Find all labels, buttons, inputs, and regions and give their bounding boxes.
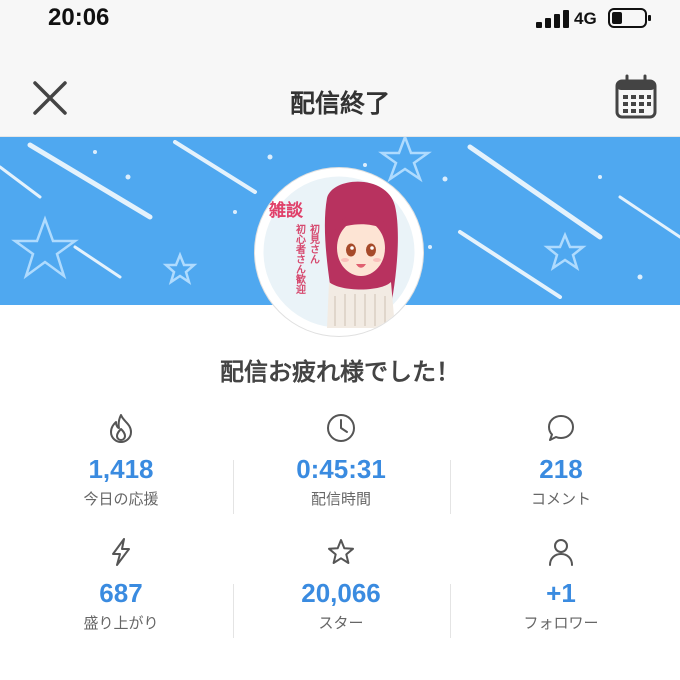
clock-icon [327, 414, 355, 442]
divider [233, 584, 234, 638]
stat-value: 0:45:31 [296, 454, 386, 484]
star-icon [328, 539, 354, 564]
stat-label: スター [318, 614, 364, 632]
avatar-tag: 雑談 [268, 200, 304, 221]
calendar-icon[interactable] [614, 74, 658, 120]
divider [233, 460, 234, 514]
stat-cheers: 1,418 今日の応援 [8, 412, 234, 509]
signal-icon [536, 10, 569, 28]
header: 配信終了 [0, 40, 680, 137]
stat-excitement: 687 盛り上がり [8, 536, 234, 633]
stat-stars: 20,066 スター [228, 536, 454, 633]
completion-message: 配信お疲れ様でした！ [220, 358, 460, 386]
stat-label: フォロワー [523, 614, 599, 632]
stat-value: 218 [539, 454, 583, 484]
stat-value: 687 [99, 578, 143, 608]
stat-label: 配信時間 [310, 490, 371, 508]
network-type: 4G [574, 9, 597, 28]
speech-bubble-icon [548, 415, 574, 441]
divider [450, 460, 451, 514]
stat-label: 今日の応援 [83, 490, 159, 508]
page-title: 配信終了 [289, 89, 390, 118]
stat-comments: 218 コメント [448, 412, 674, 509]
stat-label: 盛り上がり [83, 614, 159, 632]
status-bar: 20:06 4G [0, 0, 680, 40]
lightning-icon [112, 538, 130, 566]
divider [450, 584, 451, 638]
status-time: 20:06 [48, 4, 110, 31]
stat-label: コメント [530, 490, 591, 508]
stat-value: 20,066 [301, 578, 381, 608]
avatar-illustration: 雑談 初見さん 初心者さん歓迎 [258, 171, 420, 333]
stat-followers: +1 フォロワー [448, 536, 674, 633]
flame-icon [110, 414, 132, 443]
stat-value: 1,418 [88, 454, 154, 484]
person-icon [549, 539, 573, 566]
stat-duration: 0:45:31 配信時間 [228, 412, 454, 509]
stat-value: +1 [546, 578, 576, 608]
battery-icon [608, 8, 651, 28]
streamer-avatar: 雑談 初見さん 初心者さん歓迎 [255, 168, 423, 336]
